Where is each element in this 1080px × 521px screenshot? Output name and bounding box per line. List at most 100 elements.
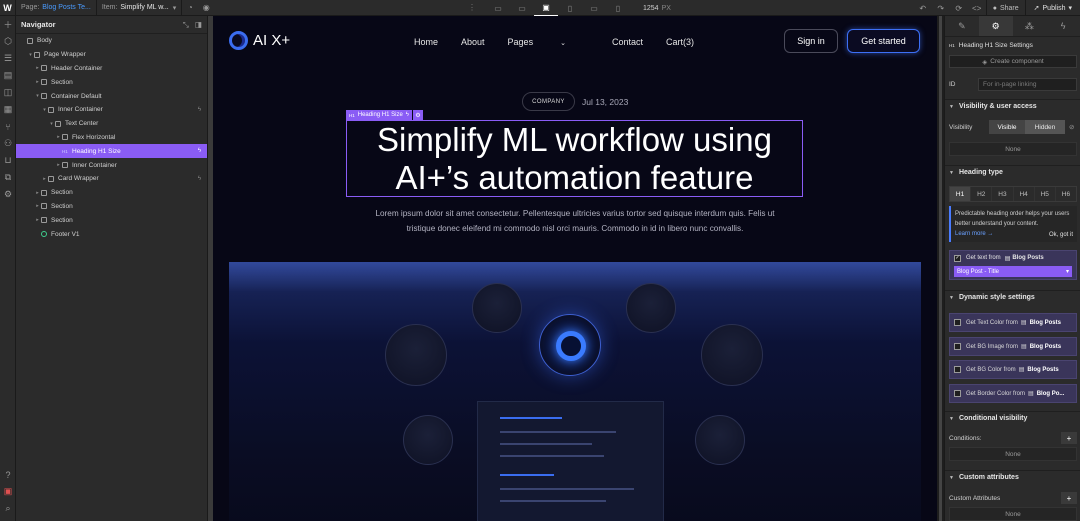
caret-icon[interactable]: ▾ bbox=[41, 107, 48, 113]
hidden-toggle[interactable]: Hidden bbox=[1025, 120, 1065, 134]
breakpoint-landscape-icon[interactable]: ▭ bbox=[582, 0, 606, 16]
navigator-item[interactable]: ▸ Flex Horizontal bbox=[16, 131, 207, 145]
post-heading[interactable]: Simplify ML workflow using AI+’s automat… bbox=[346, 120, 803, 197]
create-component-button[interactable]: ◈ Create component bbox=[949, 55, 1077, 68]
nav-link-about[interactable]: About bbox=[461, 37, 485, 47]
site-logo[interactable]: AI X+ bbox=[229, 31, 290, 50]
caret-icon[interactable]: ▸ bbox=[55, 162, 62, 168]
cms-icon[interactable]: ◫ bbox=[0, 84, 16, 101]
breakpoint-desktop-icon[interactable]: ▣ bbox=[534, 0, 558, 16]
access-none-box[interactable]: None bbox=[949, 142, 1077, 156]
caret-icon[interactable]: ▾ bbox=[27, 52, 34, 58]
search-icon[interactable]: ⌕ bbox=[0, 500, 16, 517]
collapse-icon[interactable]: ⤡ bbox=[183, 20, 189, 30]
navigator-item[interactable]: ▸ Card Wrapper ϟ bbox=[16, 172, 207, 186]
help-icon[interactable]: ? bbox=[0, 466, 16, 483]
caret-icon[interactable]: ▸ bbox=[34, 203, 41, 209]
caret-icon[interactable]: ▸ bbox=[55, 134, 62, 140]
undo-icon[interactable]: ↶ bbox=[914, 0, 932, 16]
breakpoint-xl-icon[interactable]: ▭ bbox=[486, 0, 510, 16]
more-dots-icon[interactable]: ⋮ bbox=[468, 3, 476, 13]
dynamic-style-item[interactable]: Get Text Color from ▤ Blog Posts bbox=[949, 313, 1077, 332]
preview-eye-icon[interactable]: ◉ bbox=[198, 0, 214, 16]
symbols-icon[interactable]: ⬡ bbox=[0, 33, 16, 50]
add-condition-button[interactable]: + bbox=[1061, 432, 1077, 444]
item-selector[interactable]: Item: Simplify ML w... ▾ bbox=[97, 0, 183, 16]
navigator-item[interactable]: ▸ Section bbox=[16, 213, 207, 227]
navigator-icon[interactable]: ☰ bbox=[0, 50, 16, 67]
dynamic-style-checkbox[interactable] bbox=[954, 343, 961, 350]
heading-type-h4[interactable]: H4 bbox=[1014, 187, 1035, 201]
comments-icon[interactable]: ◔ bbox=[182, 0, 198, 16]
add-attribute-button[interactable]: + bbox=[1061, 492, 1077, 504]
custom-attributes-header[interactable]: ▼ Custom attributes bbox=[945, 470, 1080, 484]
nav-link-cart[interactable]: Cart(3) bbox=[666, 37, 694, 47]
caret-icon[interactable]: ▸ bbox=[41, 176, 48, 182]
navigator-item[interactable]: Body bbox=[16, 34, 207, 48]
logic-icon[interactable]: ⑂ bbox=[0, 118, 16, 135]
field-select[interactable]: Blog Post - Title ▾ bbox=[954, 266, 1072, 277]
ecommerce-icon[interactable]: ⊔ bbox=[0, 152, 16, 169]
assets-icon[interactable]: ▦ bbox=[0, 101, 16, 118]
caret-icon[interactable]: ▸ bbox=[34, 190, 41, 196]
selection-label[interactable]: H1 Heading H1 Size ϟ ⚙ bbox=[346, 110, 423, 120]
dynamic-style-checkbox[interactable] bbox=[954, 366, 961, 373]
dynamic-style-checkbox[interactable] bbox=[954, 319, 961, 326]
settings-gear-icon[interactable]: ⚙ bbox=[0, 186, 16, 203]
nav-link-contact[interactable]: Contact bbox=[612, 37, 643, 47]
id-input[interactable]: For in-page linking bbox=[978, 78, 1077, 91]
navigator-item[interactable]: Footer V1 bbox=[16, 227, 207, 241]
get-started-button[interactable]: Get started bbox=[847, 29, 920, 53]
webflow-logo[interactable]: W bbox=[0, 0, 16, 16]
interactions-bolt-icon[interactable]: ϟ bbox=[1046, 16, 1080, 36]
apps-icon[interactable]: ⧉ bbox=[0, 169, 16, 186]
caret-icon[interactable]: ▸ bbox=[34, 217, 41, 223]
heading-type-h2[interactable]: H2 bbox=[971, 187, 993, 201]
signin-button[interactable]: Sign in bbox=[784, 29, 838, 53]
heading-type-section-header[interactable]: ▼ Heading type bbox=[945, 165, 1080, 179]
breakpoint-large-icon[interactable]: ▭ bbox=[510, 0, 534, 16]
navigator-item[interactable]: ▸ Header Container bbox=[16, 62, 207, 76]
navigator-item[interactable]: ▸ Section bbox=[16, 186, 207, 200]
dock-icon[interactable]: ◨ bbox=[195, 20, 202, 29]
heading-type-h1[interactable]: H1 bbox=[950, 187, 972, 201]
page-selector[interactable]: Page: Blog Posts Te... bbox=[16, 0, 97, 16]
heading-type-h6[interactable]: H6 bbox=[1056, 187, 1076, 201]
add-elements-icon[interactable]: ＋ bbox=[0, 16, 16, 33]
navigator-item[interactable]: ▾ Container Default bbox=[16, 89, 207, 103]
navigator-item[interactable]: ▸ Section bbox=[16, 75, 207, 89]
publish-button[interactable]: ➚ Publish ▾ bbox=[1024, 0, 1080, 16]
nav-link-home[interactable]: Home bbox=[414, 37, 438, 47]
share-button[interactable]: ● Share bbox=[985, 0, 1025, 16]
caret-icon[interactable]: ▸ bbox=[34, 79, 41, 85]
heading-type-h3[interactable]: H3 bbox=[992, 187, 1014, 201]
heading-type-h5[interactable]: H5 bbox=[1035, 187, 1056, 201]
audit-icon[interactable]: ▣ bbox=[0, 483, 16, 500]
pages-icon[interactable]: ▤ bbox=[0, 67, 16, 84]
caret-icon[interactable]: ▸ bbox=[34, 65, 41, 71]
caret-icon[interactable]: ▾ bbox=[48, 121, 55, 127]
breakpoint-phone-icon[interactable]: ▯ bbox=[606, 0, 630, 16]
dynamic-style-item[interactable]: Get BG Color from ▤ Blog Posts bbox=[949, 360, 1077, 379]
navigator-item[interactable]: ▾ Text Center bbox=[16, 117, 207, 131]
users-icon[interactable]: ⚇ bbox=[0, 135, 16, 152]
visibility-section-header[interactable]: ▼ Visibility & user access bbox=[945, 99, 1080, 113]
dynamic-style-section-header[interactable]: ▼ Dynamic style settings bbox=[945, 290, 1080, 304]
dynamic-style-item[interactable]: Get BG Image from ▤ Blog Posts bbox=[949, 337, 1077, 356]
navigator-item[interactable]: ▸ Section bbox=[16, 200, 207, 214]
ok-got-it-button[interactable]: Ok, got it bbox=[1049, 230, 1073, 240]
dynamic-style-item[interactable]: Get Border Color from ▤ Blog Po... bbox=[949, 384, 1077, 403]
learn-more-link[interactable]: Learn more → bbox=[955, 231, 993, 237]
settings-gear-icon[interactable]: ⚙ bbox=[978, 16, 1013, 36]
navigator-item[interactable]: ▾ Inner Container ϟ bbox=[16, 103, 207, 117]
breakpoint-tablet-icon[interactable]: ▯ bbox=[558, 0, 582, 16]
conditional-visibility-header[interactable]: ▼ Conditional visibility bbox=[945, 411, 1080, 425]
dynamic-style-checkbox[interactable] bbox=[954, 390, 961, 397]
redo-icon[interactable]: ↷ bbox=[932, 0, 950, 16]
caret-icon[interactable]: ▾ bbox=[34, 93, 41, 99]
navigator-item[interactable]: ▾ Page Wrapper bbox=[16, 48, 207, 62]
get-text-checkbox[interactable]: ✓ bbox=[954, 254, 961, 262]
navigator-item[interactable]: H1 Heading H1 Size ϟ bbox=[16, 144, 207, 159]
visible-toggle[interactable]: Visible bbox=[989, 120, 1025, 134]
category-badge[interactable]: COMPANY bbox=[522, 92, 575, 111]
